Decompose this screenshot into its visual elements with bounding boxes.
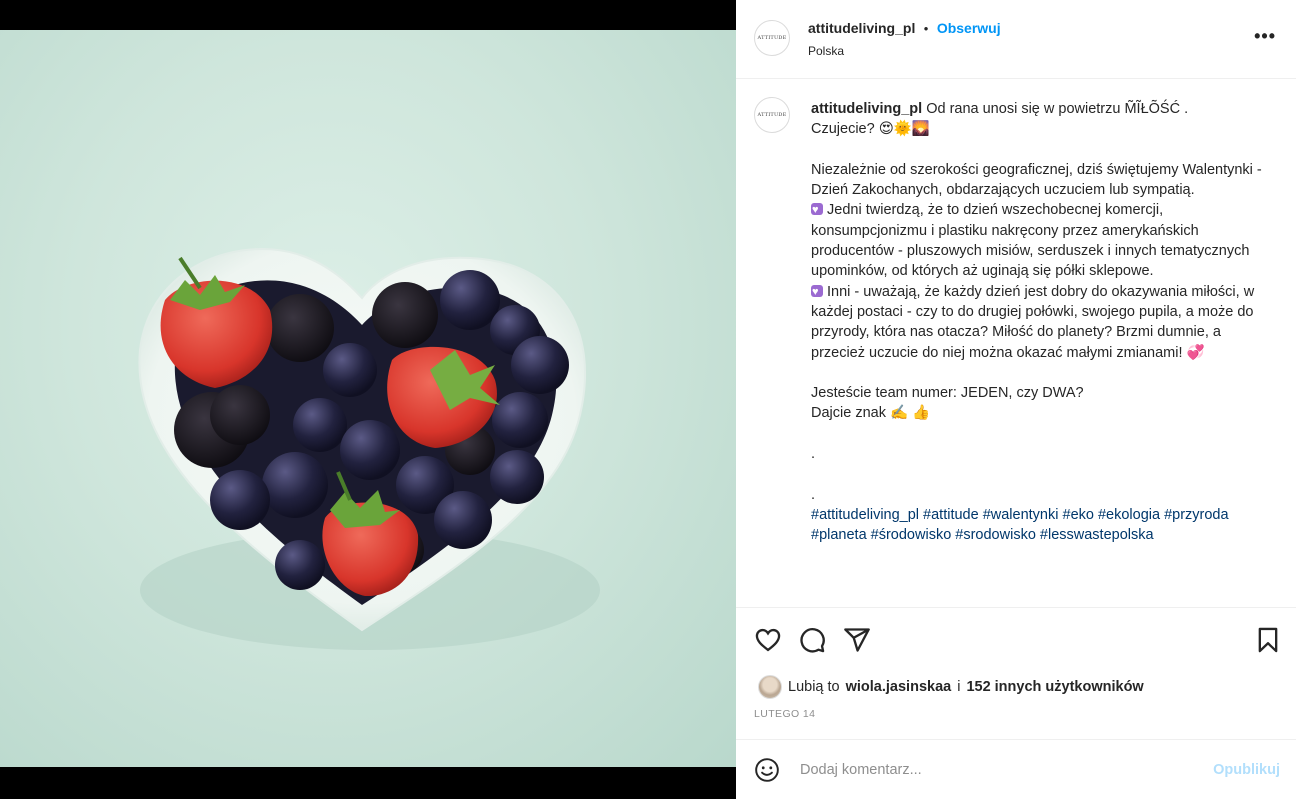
caption-dot: .: [811, 446, 816, 463]
share-icon[interactable]: [843, 626, 871, 654]
likes-connector: i: [957, 679, 961, 695]
comment-input[interactable]: Dodaj komentarz...: [800, 762, 922, 778]
header-info: attitudeliving_pl • Obserwuj Polska: [808, 20, 1001, 58]
caption-username[interactable]: attitudeliving_pl: [811, 101, 922, 117]
caption-text: attitudeliving_pl Od rana unosi się w po…: [811, 99, 1271, 546]
post-image[interactable]: [0, 30, 736, 767]
caption-question: Jesteście team numer: JEDEN, czy DWA?: [811, 385, 1084, 402]
caption-author-avatar[interactable]: ATTITUDE: [754, 97, 790, 133]
separator-dot: •: [923, 21, 929, 36]
more-options-icon[interactable]: •••: [1254, 26, 1276, 47]
caption-para3: Inni - uważają, że każdy dzień jest dobr…: [811, 283, 1259, 361]
likes-prefix: Lubią to: [788, 679, 840, 695]
avatar-logo-text: ATTITUDE: [757, 35, 787, 41]
likes-summary: Lubią to wiola.jasinskaa i 152 innych uż…: [758, 675, 1144, 699]
caption-para2: Jedni twierdzą, że to dzień wszechobecne…: [811, 202, 1254, 280]
heart-icon[interactable]: [754, 626, 782, 654]
caption-area: ATTITUDE attitudeliving_pl Od rana unosi…: [736, 79, 1296, 607]
post-location[interactable]: Polska: [808, 44, 1001, 58]
publish-button[interactable]: Opublikuj: [1213, 762, 1280, 778]
caption-para1: Niezależnie od szerokości geograficznej,…: [811, 161, 1266, 199]
follow-button[interactable]: Obserwuj: [937, 20, 1001, 36]
comment-icon[interactable]: [798, 626, 826, 654]
media-panel: [0, 0, 736, 799]
liker-username[interactable]: wiola.jasinskaa: [846, 679, 952, 695]
bookmark-icon[interactable]: [1254, 626, 1282, 654]
post-date[interactable]: LUTEGO 14: [754, 708, 815, 720]
caption-line1: Od rana unosi się w powietrzu M̃ĨŁÕŚĆ .: [922, 101, 1189, 117]
purple-heart-icon: [811, 200, 823, 221]
liker-avatar[interactable]: [758, 675, 782, 699]
caption-hashtags[interactable]: #attitudeliving_pl #attitude #walentynki…: [811, 507, 1233, 543]
author-username[interactable]: attitudeliving_pl: [808, 20, 915, 36]
likes-count-link[interactable]: 152 innych użytkowników: [966, 679, 1143, 695]
avatar-logo-text: ATTITUDE: [757, 112, 787, 118]
post-header: ATTITUDE attitudeliving_pl • Obserwuj Po…: [736, 0, 1296, 79]
emoji-icon[interactable]: [754, 757, 780, 783]
post-details-panel: ATTITUDE attitudeliving_pl • Obserwuj Po…: [736, 0, 1296, 799]
caption-dot: .: [811, 486, 816, 503]
comment-box: Dodaj komentarz... Opublikuj: [736, 739, 1296, 800]
caption-cta: Dajcie znak ✍️ 👍: [811, 405, 931, 422]
caption-line2: Czujecie? 😍🌞🌄: [811, 121, 930, 138]
actions-section: Lubią to wiola.jasinskaa i 152 innych uż…: [736, 607, 1296, 740]
author-avatar[interactable]: ATTITUDE: [754, 20, 790, 56]
purple-heart-icon: [811, 282, 823, 302]
heart-bowl-berries-image: [138, 248, 600, 650]
